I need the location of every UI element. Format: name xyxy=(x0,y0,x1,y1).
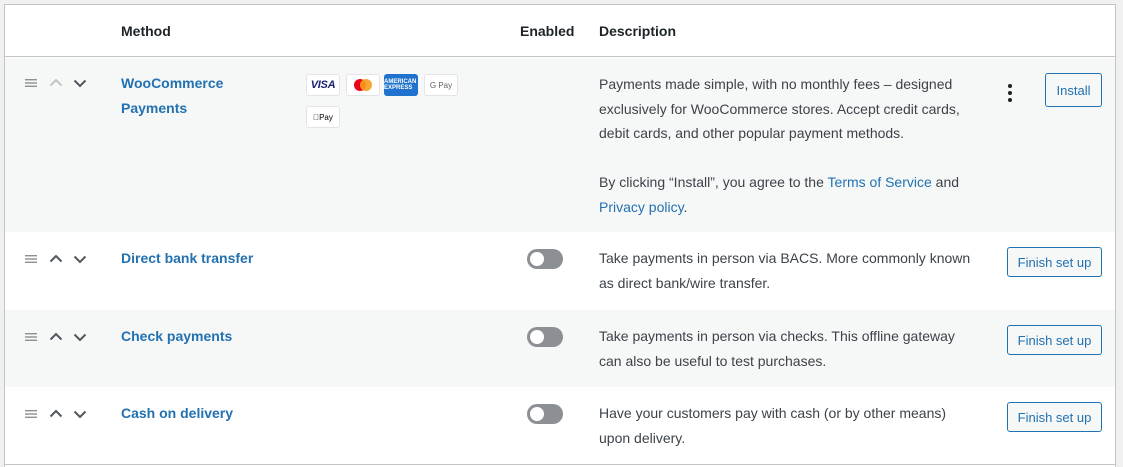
chevron-up-icon[interactable] xyxy=(47,405,65,423)
chevron-up-icon[interactable] xyxy=(47,74,65,92)
drag-handle-icon[interactable] xyxy=(25,78,37,88)
method-name-line2: Payments xyxy=(121,100,188,116)
method-description: Take payments in person via BACS. More c… xyxy=(599,250,971,291)
toggle-knob xyxy=(530,407,544,421)
visa-icon: VISA xyxy=(306,74,340,96)
table-row-cash-on-delivery: Cash on delivery Have your customers pay… xyxy=(5,387,1115,464)
table-bottom-border xyxy=(5,464,1115,465)
column-header-method: Method xyxy=(121,23,171,39)
method-link-woocommerce-payments[interactable]: WooCommerce Payments xyxy=(121,71,223,121)
amex-icon: AMERICAN EXPRESS xyxy=(384,74,418,96)
sort-controls xyxy=(25,74,95,92)
mastercard-icon xyxy=(346,74,380,96)
column-header-description: Description xyxy=(599,23,677,39)
chevron-down-icon[interactable] xyxy=(71,250,89,268)
drag-handle-icon[interactable] xyxy=(25,409,37,419)
toggle-knob xyxy=(530,330,544,344)
sort-controls xyxy=(25,328,95,346)
apple-pay-icon: Pay xyxy=(306,106,340,128)
method-link-check-payments[interactable]: Check payments xyxy=(121,324,232,349)
chevron-up-icon[interactable] xyxy=(47,250,65,268)
install-button[interactable]: Install xyxy=(1045,73,1102,107)
method-description: Take payments in person via checks. This… xyxy=(599,328,955,369)
method-name-line1: WooCommerce xyxy=(121,75,224,91)
method-link-cash-on-delivery[interactable]: Cash on delivery xyxy=(121,401,233,426)
chevron-down-icon[interactable] xyxy=(71,74,89,92)
chevron-down-icon[interactable] xyxy=(71,328,89,346)
sort-controls xyxy=(25,250,95,268)
finish-set-up-button[interactable]: Finish set up xyxy=(1007,402,1102,432)
method-description: Have your customers pay with cash (or by… xyxy=(599,405,947,446)
method-link-direct-bank-transfer[interactable]: Direct bank transfer xyxy=(121,246,253,271)
method-description: Payments made simple, with no monthly fe… xyxy=(599,72,974,219)
enable-toggle[interactable] xyxy=(527,404,563,424)
enable-toggle[interactable] xyxy=(527,327,563,347)
privacy-policy-link[interactable]: Privacy policy xyxy=(599,199,684,215)
install-consent: By clicking “Install”, you agree to the … xyxy=(599,174,960,215)
table-row-check-payments: Check payments Take payments in person v… xyxy=(5,310,1115,387)
table-header: Method Enabled Description xyxy=(5,5,1115,57)
chevron-down-icon[interactable] xyxy=(71,405,89,423)
drag-handle-icon[interactable] xyxy=(25,332,37,342)
more-vertical-icon[interactable] xyxy=(1006,84,1014,104)
description-text: Payments made simple, with no monthly fe… xyxy=(599,76,960,141)
finish-set-up-button[interactable]: Finish set up xyxy=(1007,325,1102,355)
table-row-woocommerce-payments: WooCommerce Payments VISA AMERICAN EXPRE… xyxy=(5,58,1115,232)
payment-methods-table: Method Enabled Description WooCommerce P… xyxy=(4,4,1116,467)
google-pay-icon: G Pay xyxy=(424,74,458,96)
enable-toggle[interactable] xyxy=(527,249,563,269)
chevron-up-icon[interactable] xyxy=(47,328,65,346)
finish-set-up-button[interactable]: Finish set up xyxy=(1007,247,1102,277)
column-header-enabled: Enabled xyxy=(520,23,575,39)
toggle-knob xyxy=(530,252,544,266)
drag-handle-icon[interactable] xyxy=(25,254,37,264)
terms-of-service-link[interactable]: Terms of Service xyxy=(828,174,932,190)
sort-controls xyxy=(25,405,95,423)
table-row-direct-bank-transfer: Direct bank transfer Take payments in pe… xyxy=(5,232,1115,310)
